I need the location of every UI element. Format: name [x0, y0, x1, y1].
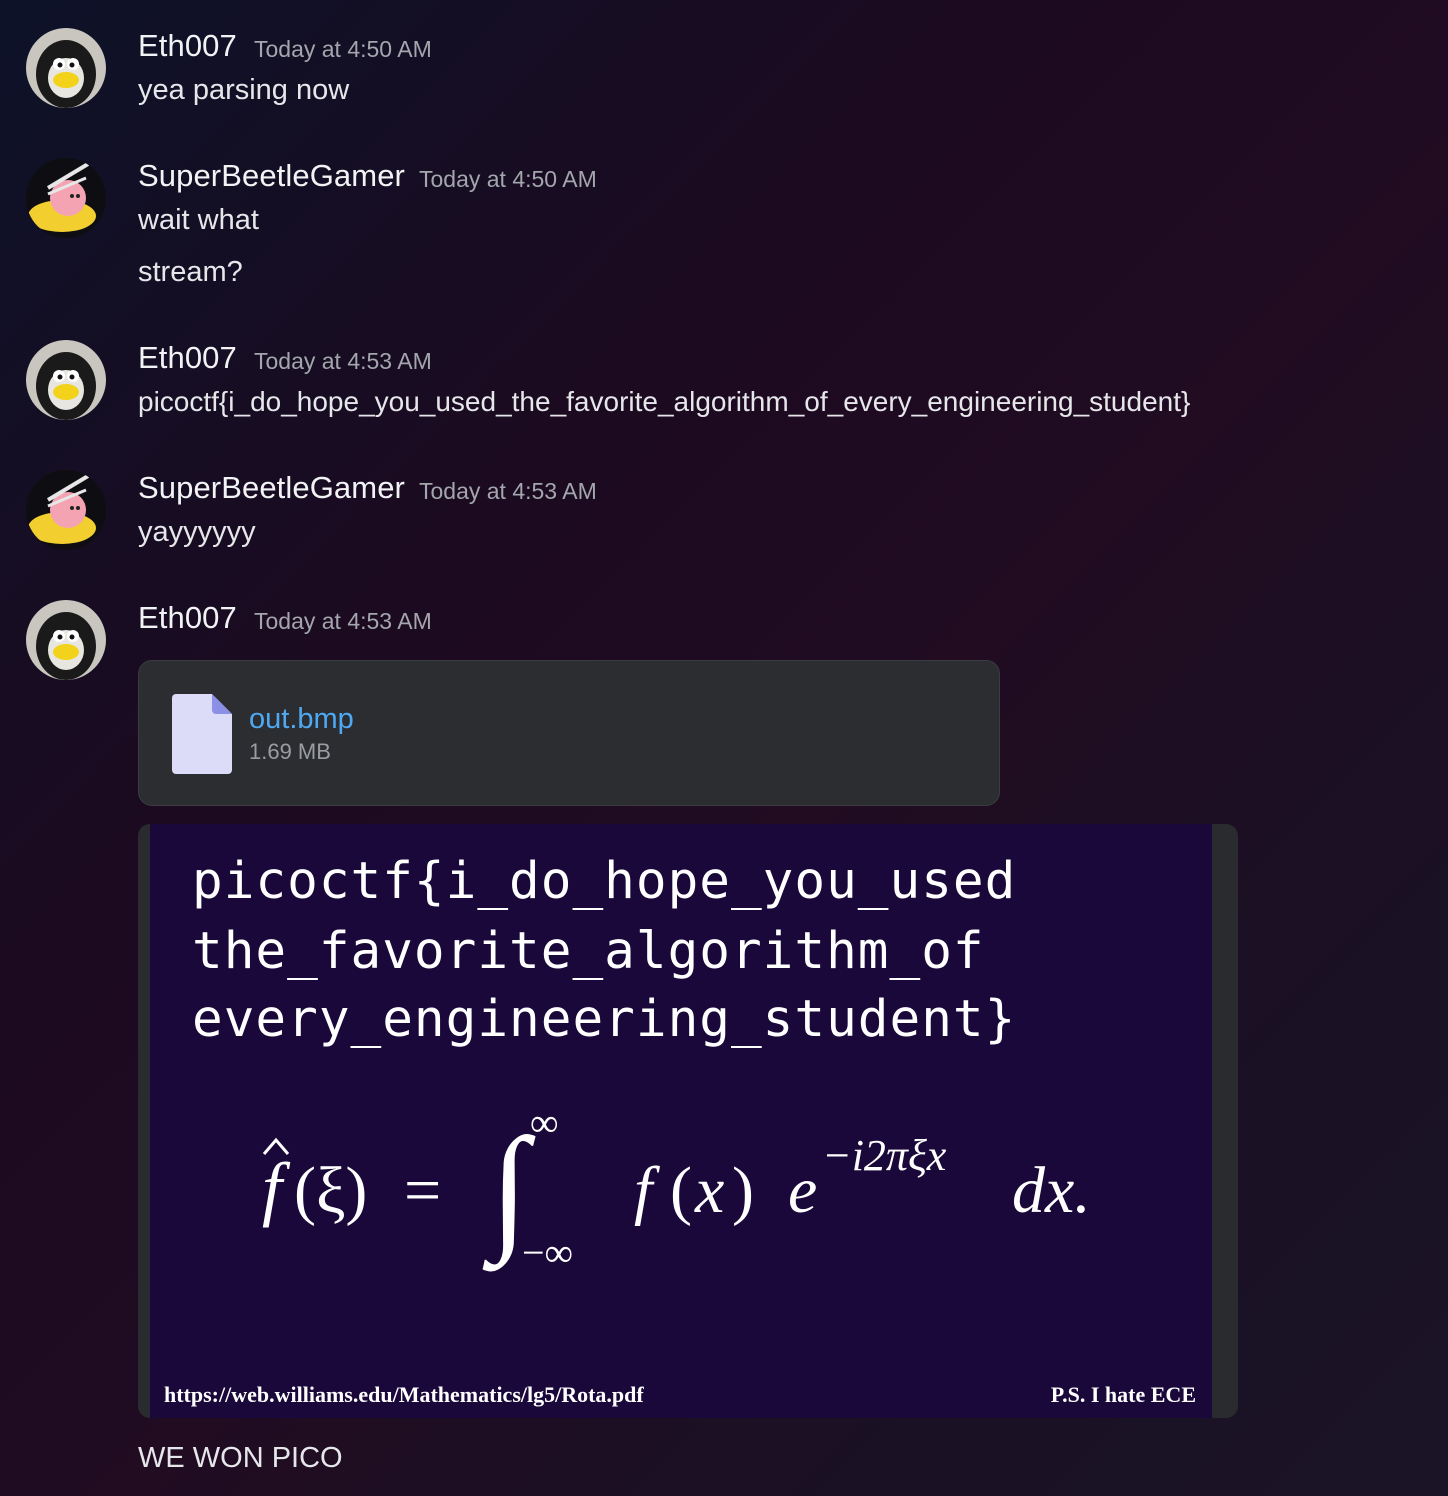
image-attachment[interactable]: picoctf{i_do_hope_you_used the_favorite_… — [138, 824, 1238, 1418]
image-flag-line: the_favorite_algorithm_of — [192, 922, 985, 981]
kirby-avatar-icon — [26, 470, 106, 550]
avatar-superbeetlegamer[interactable] — [26, 158, 106, 238]
message-timestamp: Today at 4:50 AM — [254, 36, 432, 62]
svg-text:∞: ∞ — [530, 1100, 559, 1145]
message-author[interactable]: Eth007 — [138, 28, 237, 64]
message-text: yea parsing now — [138, 74, 350, 106]
message-text: stream? — [138, 256, 243, 288]
fourier-transform-formula: f (ξ) = ∫ ∞ −∞ f ( x ) e −i2πξx dx. — [262, 1100, 1091, 1275]
svg-text:=: = — [404, 1154, 441, 1227]
image-flag-line: picoctf{i_do_hope_you_used — [192, 852, 1017, 911]
message-text: picoctf{i_do_hope_you_used_the_favorite_… — [138, 386, 1191, 417]
image-flag-line: every_engineering_student} — [192, 990, 1017, 1049]
image-source-link: https://web.williams.edu/Mathematics/lg5… — [164, 1382, 644, 1407]
svg-text:): ) — [732, 1154, 754, 1227]
message-timestamp: Today at 4:53 AM — [254, 608, 432, 634]
image-ps-note: P.S. I hate ECE — [1050, 1382, 1196, 1407]
penguin-avatar-icon — [26, 340, 106, 420]
svg-text:−i2πξx: −i2πξx — [822, 1131, 947, 1180]
svg-text:dx.: dx. — [1012, 1154, 1091, 1227]
avatar-eth007[interactable] — [26, 340, 106, 420]
penguin-avatar-icon — [26, 600, 106, 680]
file-attachment[interactable]: out.bmp 1.69 MB — [138, 660, 1000, 806]
svg-text:x: x — [694, 1154, 724, 1227]
svg-text:e: e — [788, 1154, 817, 1227]
message-timestamp: Today at 4:53 AM — [254, 348, 432, 374]
message-author[interactable]: Eth007 — [138, 340, 237, 376]
attachment-file-name[interactable]: out.bmp — [249, 703, 354, 736]
svg-text:f: f — [634, 1154, 660, 1227]
message-text: wait what — [138, 204, 259, 236]
message-timestamp: Today at 4:53 AM — [419, 478, 597, 504]
message-text: WE WON PICO — [138, 1442, 343, 1474]
avatar-superbeetlegamer[interactable] — [26, 470, 106, 550]
avatar-eth007[interactable] — [26, 600, 106, 680]
message-text: yayyyyyy — [138, 516, 256, 548]
file-icon — [172, 694, 232, 774]
image-content: picoctf{i_do_hope_you_used the_favorite_… — [150, 824, 1212, 1418]
svg-text:−∞: −∞ — [522, 1230, 573, 1275]
svg-text:f: f — [262, 1148, 291, 1228]
attachment-file-size: 1.69 MB — [249, 739, 331, 764]
penguin-avatar-icon — [26, 28, 106, 108]
kirby-avatar-icon — [26, 158, 106, 238]
avatar-eth007[interactable] — [26, 28, 106, 108]
message-author[interactable]: SuperBeetleGamer — [138, 158, 405, 194]
message-timestamp: Today at 4:50 AM — [419, 166, 597, 192]
svg-text:(ξ): (ξ) — [294, 1154, 367, 1227]
svg-text:(: ( — [670, 1154, 692, 1227]
message-author[interactable]: Eth007 — [138, 600, 237, 636]
message-author[interactable]: SuperBeetleGamer — [138, 470, 405, 506]
